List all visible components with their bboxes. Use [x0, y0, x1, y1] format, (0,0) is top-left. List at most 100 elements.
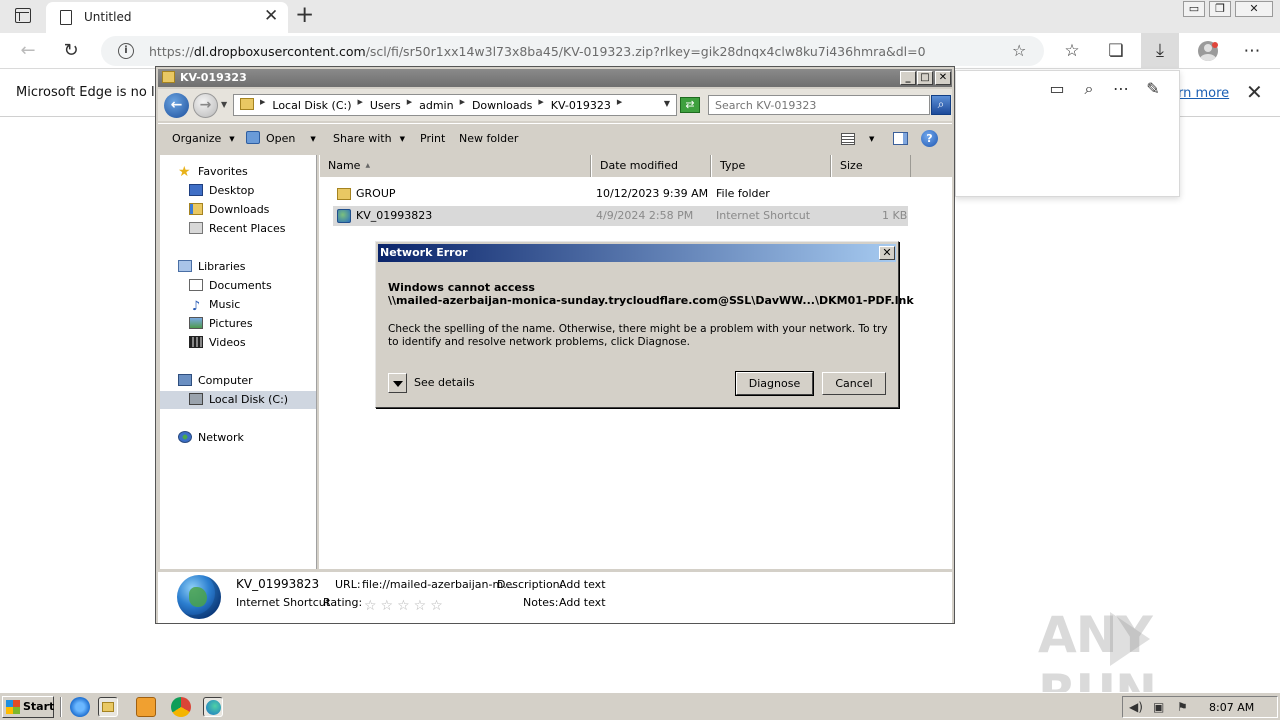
infobar-close-icon[interactable]: ✕ [1246, 80, 1263, 104]
column-name-label: Name [328, 159, 361, 172]
nav-desktop[interactable]: Desktop [189, 182, 254, 200]
recent-pages-chevron-icon[interactable]: ▼ [221, 100, 227, 109]
action-center-flag-icon[interactable]: ⚑ [1177, 700, 1188, 714]
favorites-icon[interactable]: ☆ [1060, 40, 1084, 62]
restore-button[interactable]: ❐ [1209, 1, 1231, 17]
chevron-down-icon: ▼ [310, 135, 316, 143]
explorer-title-bar[interactable]: KV-019323 _ □ ✕ [158, 69, 952, 87]
new-folder-button[interactable]: New folder [459, 132, 518, 145]
forward-arrow-icon[interactable]: → [193, 93, 218, 118]
nav-favorites[interactable]: ★ Favorites [178, 163, 248, 181]
volume-icon[interactable]: ◀) [1129, 700, 1143, 714]
nav-music[interactable]: ♪ Music [189, 296, 240, 314]
browser-tab[interactable]: Untitled ✕ [46, 2, 288, 33]
explorer-minimize-button[interactable]: _ [900, 71, 916, 85]
breadcrumb-local-disk[interactable]: Local Disk (C:) [272, 99, 351, 112]
breadcrumb-chevron-icon[interactable]: ▶ [260, 98, 265, 111]
share-with-label: Share with [333, 132, 392, 145]
explorer-close-button[interactable]: ✕ [935, 71, 951, 85]
address-bar[interactable]: i https://dl.dropboxusercontent.com/scl/… [101, 36, 1044, 66]
expand-details-icon[interactable] [388, 373, 407, 393]
pin-icon[interactable]: ✎ [1142, 79, 1164, 99]
back-icon[interactable]: ← [15, 39, 41, 63]
breadcrumb-chevron-icon[interactable]: ▶ [538, 98, 543, 111]
breadcrumb-kv-019323[interactable]: KV-019323 [551, 99, 611, 112]
search-input[interactable] [715, 99, 915, 112]
nav-videos[interactable]: Videos [189, 334, 246, 352]
open-menu[interactable]: Open ▼ [266, 132, 316, 145]
search-icon[interactable]: ⌕ [931, 95, 951, 115]
site-info-icon[interactable]: i [118, 43, 134, 59]
internet-explorer-icon[interactable] [70, 697, 90, 717]
details-url-value[interactable]: file://mailed-azerbaijan-m... [362, 578, 514, 591]
network-tray-icon[interactable]: ▣ [1153, 700, 1164, 714]
back-arrow-icon[interactable]: ← [164, 93, 189, 118]
column-name[interactable]: Name ▲ [319, 155, 591, 177]
views-icon[interactable] [841, 133, 855, 145]
nav-network[interactable]: Network [178, 429, 244, 447]
nav-computer[interactable]: Computer [178, 372, 253, 390]
start-button[interactable]: Start [2, 696, 54, 718]
breadcrumb[interactable]: ▶ Local Disk (C:) ▶ Users ▶ admin ▶ Down… [233, 94, 677, 116]
column-type[interactable]: Type [711, 155, 831, 177]
search-downloads-icon[interactable]: ⌕ [1078, 79, 1100, 99]
more-icon[interactable]: ⋯ [1110, 79, 1132, 99]
breadcrumb-chevron-icon[interactable]: ▶ [358, 98, 363, 111]
explorer-maximize-button[interactable]: □ [917, 71, 933, 85]
address-dropdown-icon[interactable]: ▼ [664, 99, 670, 108]
more-options-icon[interactable]: ⋯ [1240, 40, 1264, 62]
add-favorite-icon[interactable]: ☆ [1012, 41, 1026, 60]
organize-menu[interactable]: Organize ▼ [172, 132, 235, 145]
column-date-modified[interactable]: Date modified [591, 155, 711, 177]
collections-icon[interactable]: ❏ [1104, 40, 1128, 62]
clock[interactable]: 8:07 AM [1209, 701, 1254, 714]
refresh-icon[interactable]: ↻ [58, 39, 84, 63]
computer-icon [178, 374, 192, 386]
breadcrumb-downloads[interactable]: Downloads [472, 99, 532, 112]
breadcrumb-chevron-icon[interactable]: ▶ [460, 98, 465, 111]
see-details-label[interactable]: See details [414, 376, 475, 389]
breadcrumb-chevron-icon[interactable]: ▶ [407, 98, 412, 111]
tab-actions-icon[interactable] [15, 8, 31, 23]
nav-recent-places[interactable]: Recent Places [189, 220, 286, 238]
file-row-kv-01993823[interactable]: KV_01993823 4/9/2024 2:58 PM Internet Sh… [333, 206, 908, 226]
nav-local-disk[interactable]: Local Disk (C:) [160, 391, 316, 409]
minimize-button[interactable]: ▭ [1183, 1, 1205, 17]
column-size[interactable]: Size [831, 155, 911, 177]
open-folder-icon[interactable]: ▭ [1046, 79, 1068, 99]
nav-documents[interactable]: Documents [189, 277, 272, 295]
cancel-button[interactable]: Cancel [822, 372, 886, 395]
chevron-down-icon[interactable]: ▼ [869, 135, 874, 143]
rating-stars-icon[interactable]: ☆☆☆☆☆ [364, 598, 447, 614]
breadcrumb-users[interactable]: Users [370, 99, 401, 112]
share-with-menu[interactable]: Share with ▼ [333, 132, 405, 145]
dialog-title-bar[interactable]: Network Error ✕ [378, 244, 896, 262]
dialog-title: Network Error [380, 246, 468, 259]
print-button[interactable]: Print [420, 132, 445, 145]
close-window-button[interactable]: ✕ [1235, 1, 1273, 17]
tab-close-icon[interactable]: ✕ [264, 6, 278, 26]
search-box[interactable] [708, 95, 930, 115]
edge-taskbar-icon[interactable] [203, 697, 223, 717]
preview-pane-icon[interactable] [893, 132, 908, 145]
profile-status-dot [1212, 42, 1218, 48]
nav-pictures[interactable]: Pictures [189, 315, 253, 333]
file-row-group[interactable]: GROUP 10/12/2023 9:39 AM File folder [333, 184, 908, 204]
new-tab-icon[interactable]: + [295, 3, 314, 27]
diagnose-button[interactable]: Diagnose [735, 371, 814, 396]
explorer-taskbar-icon[interactable] [98, 697, 118, 717]
details-description-value[interactable]: Add text [559, 578, 606, 591]
refresh-icon[interactable]: ⇄ [680, 97, 700, 113]
nav-libraries[interactable]: Libraries [178, 258, 246, 276]
breadcrumb-chevron-icon[interactable]: ▶ [617, 98, 622, 111]
dialog-close-icon[interactable]: ✕ [879, 246, 895, 260]
help-icon[interactable]: ? [921, 130, 938, 147]
folder-icon [240, 98, 254, 110]
media-player-icon[interactable] [136, 697, 156, 717]
chrome-icon[interactable] [171, 697, 191, 717]
nav-downloads[interactable]: Downloads [189, 201, 269, 219]
url-text[interactable]: https://dl.dropboxusercontent.com/scl/fi… [149, 44, 926, 59]
breadcrumb-admin[interactable]: admin [419, 99, 453, 112]
details-notes-value[interactable]: Add text [559, 596, 606, 609]
downloads-icon[interactable]: ⤓ [1141, 33, 1179, 69]
